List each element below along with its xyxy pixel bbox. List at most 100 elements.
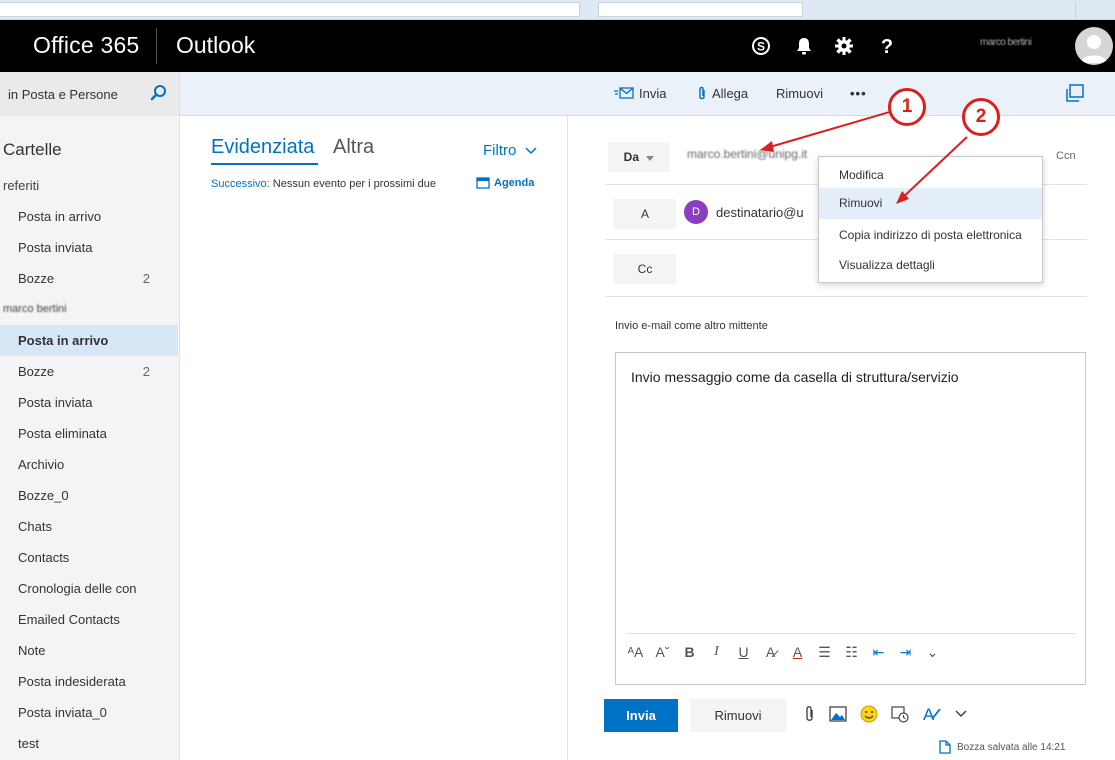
signature-icon[interactable]: A xyxy=(922,705,942,723)
avatar[interactable] xyxy=(1075,27,1113,65)
skype-button[interactable]: S xyxy=(740,20,782,72)
search-bar[interactable]: in Posta e Persone xyxy=(0,72,180,116)
browser-strip xyxy=(0,0,1115,20)
app-header: Office 365 Outlook S ? marco bertini xyxy=(0,20,1115,72)
favorites-group[interactable]: referiti xyxy=(0,170,178,201)
menu-item-rimuovi[interactable]: Rimuovi xyxy=(819,188,1042,219)
browser-search-bar[interactable] xyxy=(598,2,803,17)
callout-1: 1 xyxy=(888,88,926,126)
folder-item[interactable]: Bozze_0 xyxy=(0,480,178,511)
folder-item[interactable]: Bozze 2 xyxy=(0,356,178,387)
from-address-text: marco.bertini@unipg.it xyxy=(687,147,808,161)
favorite-item[interactable]: Posta inviata xyxy=(0,232,178,263)
account-group[interactable]: marco bertini xyxy=(0,294,178,325)
folder-label: test xyxy=(18,736,39,751)
italic-icon[interactable]: I xyxy=(703,644,730,661)
format-divider xyxy=(626,633,1076,634)
picture-icon[interactable] xyxy=(829,706,847,722)
agenda-label: Agenda xyxy=(494,176,535,189)
app-name[interactable]: Outlook xyxy=(176,32,255,59)
highlight-icon[interactable]: A̷ xyxy=(757,644,784,661)
menu-item-modifica[interactable]: Modifica xyxy=(819,160,1042,191)
draft-saved-icon xyxy=(939,740,951,754)
chevron-down-icon[interactable] xyxy=(955,710,967,718)
next-text: Nessun evento per i prossimi due xyxy=(272,178,437,190)
folder-label: Bozze xyxy=(18,271,55,286)
emoji-icon[interactable] xyxy=(860,705,878,723)
settings-button[interactable] xyxy=(823,20,865,72)
message-body[interactable]: Invio messaggio come da casella di strut… xyxy=(615,352,1086,685)
popout-button[interactable] xyxy=(1066,84,1084,102)
toolbar-attach-label: Allega xyxy=(712,86,749,101)
indent-icon[interactable]: ⇥ xyxy=(892,644,919,661)
underline-icon[interactable]: U xyxy=(730,644,757,661)
cc-button[interactable]: Cc xyxy=(614,254,676,284)
folder-label: Posta indesiderata xyxy=(18,674,126,689)
filter-button[interactable]: Filtro xyxy=(483,142,537,159)
bold-icon[interactable]: B xyxy=(676,644,703,661)
folder-item[interactable]: Chats xyxy=(0,511,178,542)
toolbar-send-label: Invia xyxy=(639,86,667,101)
bcc-link[interactable]: Ccn xyxy=(1056,150,1076,162)
folder-item[interactable]: Archivio xyxy=(0,449,178,480)
folder-label: Bozze_0 xyxy=(18,488,69,503)
calendar-clock-icon[interactable] xyxy=(891,705,909,723)
folder-item[interactable]: test xyxy=(0,728,178,759)
folder-item[interactable]: Posta inviata xyxy=(0,387,178,418)
more-format-icon[interactable]: ⌄ xyxy=(919,644,946,661)
next-label: Successivo: xyxy=(211,178,270,190)
folder-label: Cronologia delle con xyxy=(18,581,137,596)
notifications-button[interactable] xyxy=(783,20,825,72)
callout-2: 2 xyxy=(962,98,1000,136)
folder-item[interactable]: Emailed Contacts xyxy=(0,604,178,635)
tab-focused[interactable]: Evidenziata xyxy=(211,136,314,159)
folder-item[interactable]: Posta indesiderata xyxy=(0,666,178,697)
user-name[interactable]: marco bertini xyxy=(980,37,1032,48)
recipient-chip[interactable]: D destinatario@u xyxy=(684,200,804,224)
send-button[interactable]: Invia xyxy=(604,699,678,732)
folder-item[interactable]: Posta in arrivo xyxy=(0,325,178,356)
message-body-text[interactable]: Invio messaggio come da casella di strut… xyxy=(631,369,959,385)
folder-item[interactable]: Cronologia delle con xyxy=(0,573,178,604)
folder-label: Posta inviata xyxy=(18,395,93,410)
folder-item[interactable]: Note xyxy=(0,635,178,666)
menu-item-copy-address[interactable]: Copia indirizzo di posta elettronica xyxy=(819,220,1042,251)
browser-address-bar[interactable] xyxy=(0,2,580,17)
favorite-item[interactable]: Bozze 2 xyxy=(0,263,178,294)
search-input[interactable]: in Posta e Persone xyxy=(8,87,118,102)
filter-label: Filtro xyxy=(483,142,517,159)
tab-other[interactable]: Altra xyxy=(333,136,374,159)
outdent-icon[interactable]: ⇤ xyxy=(865,644,892,661)
toolbar-remove-button[interactable]: Rimuovi xyxy=(776,86,823,101)
folder-item[interactable]: Posta eliminata xyxy=(0,418,178,449)
folder-item[interactable]: Posta inviata_0 xyxy=(0,697,178,728)
format-toolbar: ᴬA Aˇ B I U A̷ A ☰ ☷ ⇤ ⇥ ⌄ xyxy=(622,644,946,661)
folder-label: Contacts xyxy=(18,550,70,565)
folder-item[interactable]: Contacts xyxy=(0,542,178,573)
search-icon[interactable] xyxy=(150,84,168,107)
save-status-text: Bozza salvata alle 14:21 xyxy=(957,741,1066,753)
folder-label: Archivio xyxy=(18,457,65,472)
grow-font-icon[interactable]: Aˇ xyxy=(649,644,676,661)
from-button[interactable]: Da xyxy=(608,142,670,172)
help-button[interactable]: ? xyxy=(866,20,908,72)
font-color-icon[interactable]: A xyxy=(784,644,811,661)
favorite-item[interactable]: Posta in arrivo xyxy=(0,201,178,232)
attach-icon[interactable] xyxy=(804,705,816,723)
recipient-address: destinatario@u xyxy=(716,204,804,220)
to-button[interactable]: A xyxy=(614,199,676,229)
toolbar-more-button[interactable]: ••• xyxy=(850,86,867,101)
discard-button[interactable]: Rimuovi xyxy=(690,699,786,732)
toolbar-attach-button[interactable]: Allega xyxy=(697,86,748,101)
brand-label[interactable]: Office 365 xyxy=(33,32,139,59)
folder-count: 2 xyxy=(142,364,150,379)
caret-down-icon xyxy=(646,156,655,161)
menu-item-details[interactable]: Visualizza dettagli xyxy=(819,250,1042,281)
agenda-link[interactable]: Agenda xyxy=(476,176,534,189)
svg-text:A: A xyxy=(923,705,935,723)
folder-label: Emailed Contacts xyxy=(18,612,120,627)
numbering-icon[interactable]: ☷ xyxy=(838,644,865,661)
toolbar-send-button[interactable]: Invia xyxy=(614,86,666,101)
font-size-icon[interactable]: ᴬA xyxy=(622,644,649,661)
bullets-icon[interactable]: ☰ xyxy=(811,644,838,661)
